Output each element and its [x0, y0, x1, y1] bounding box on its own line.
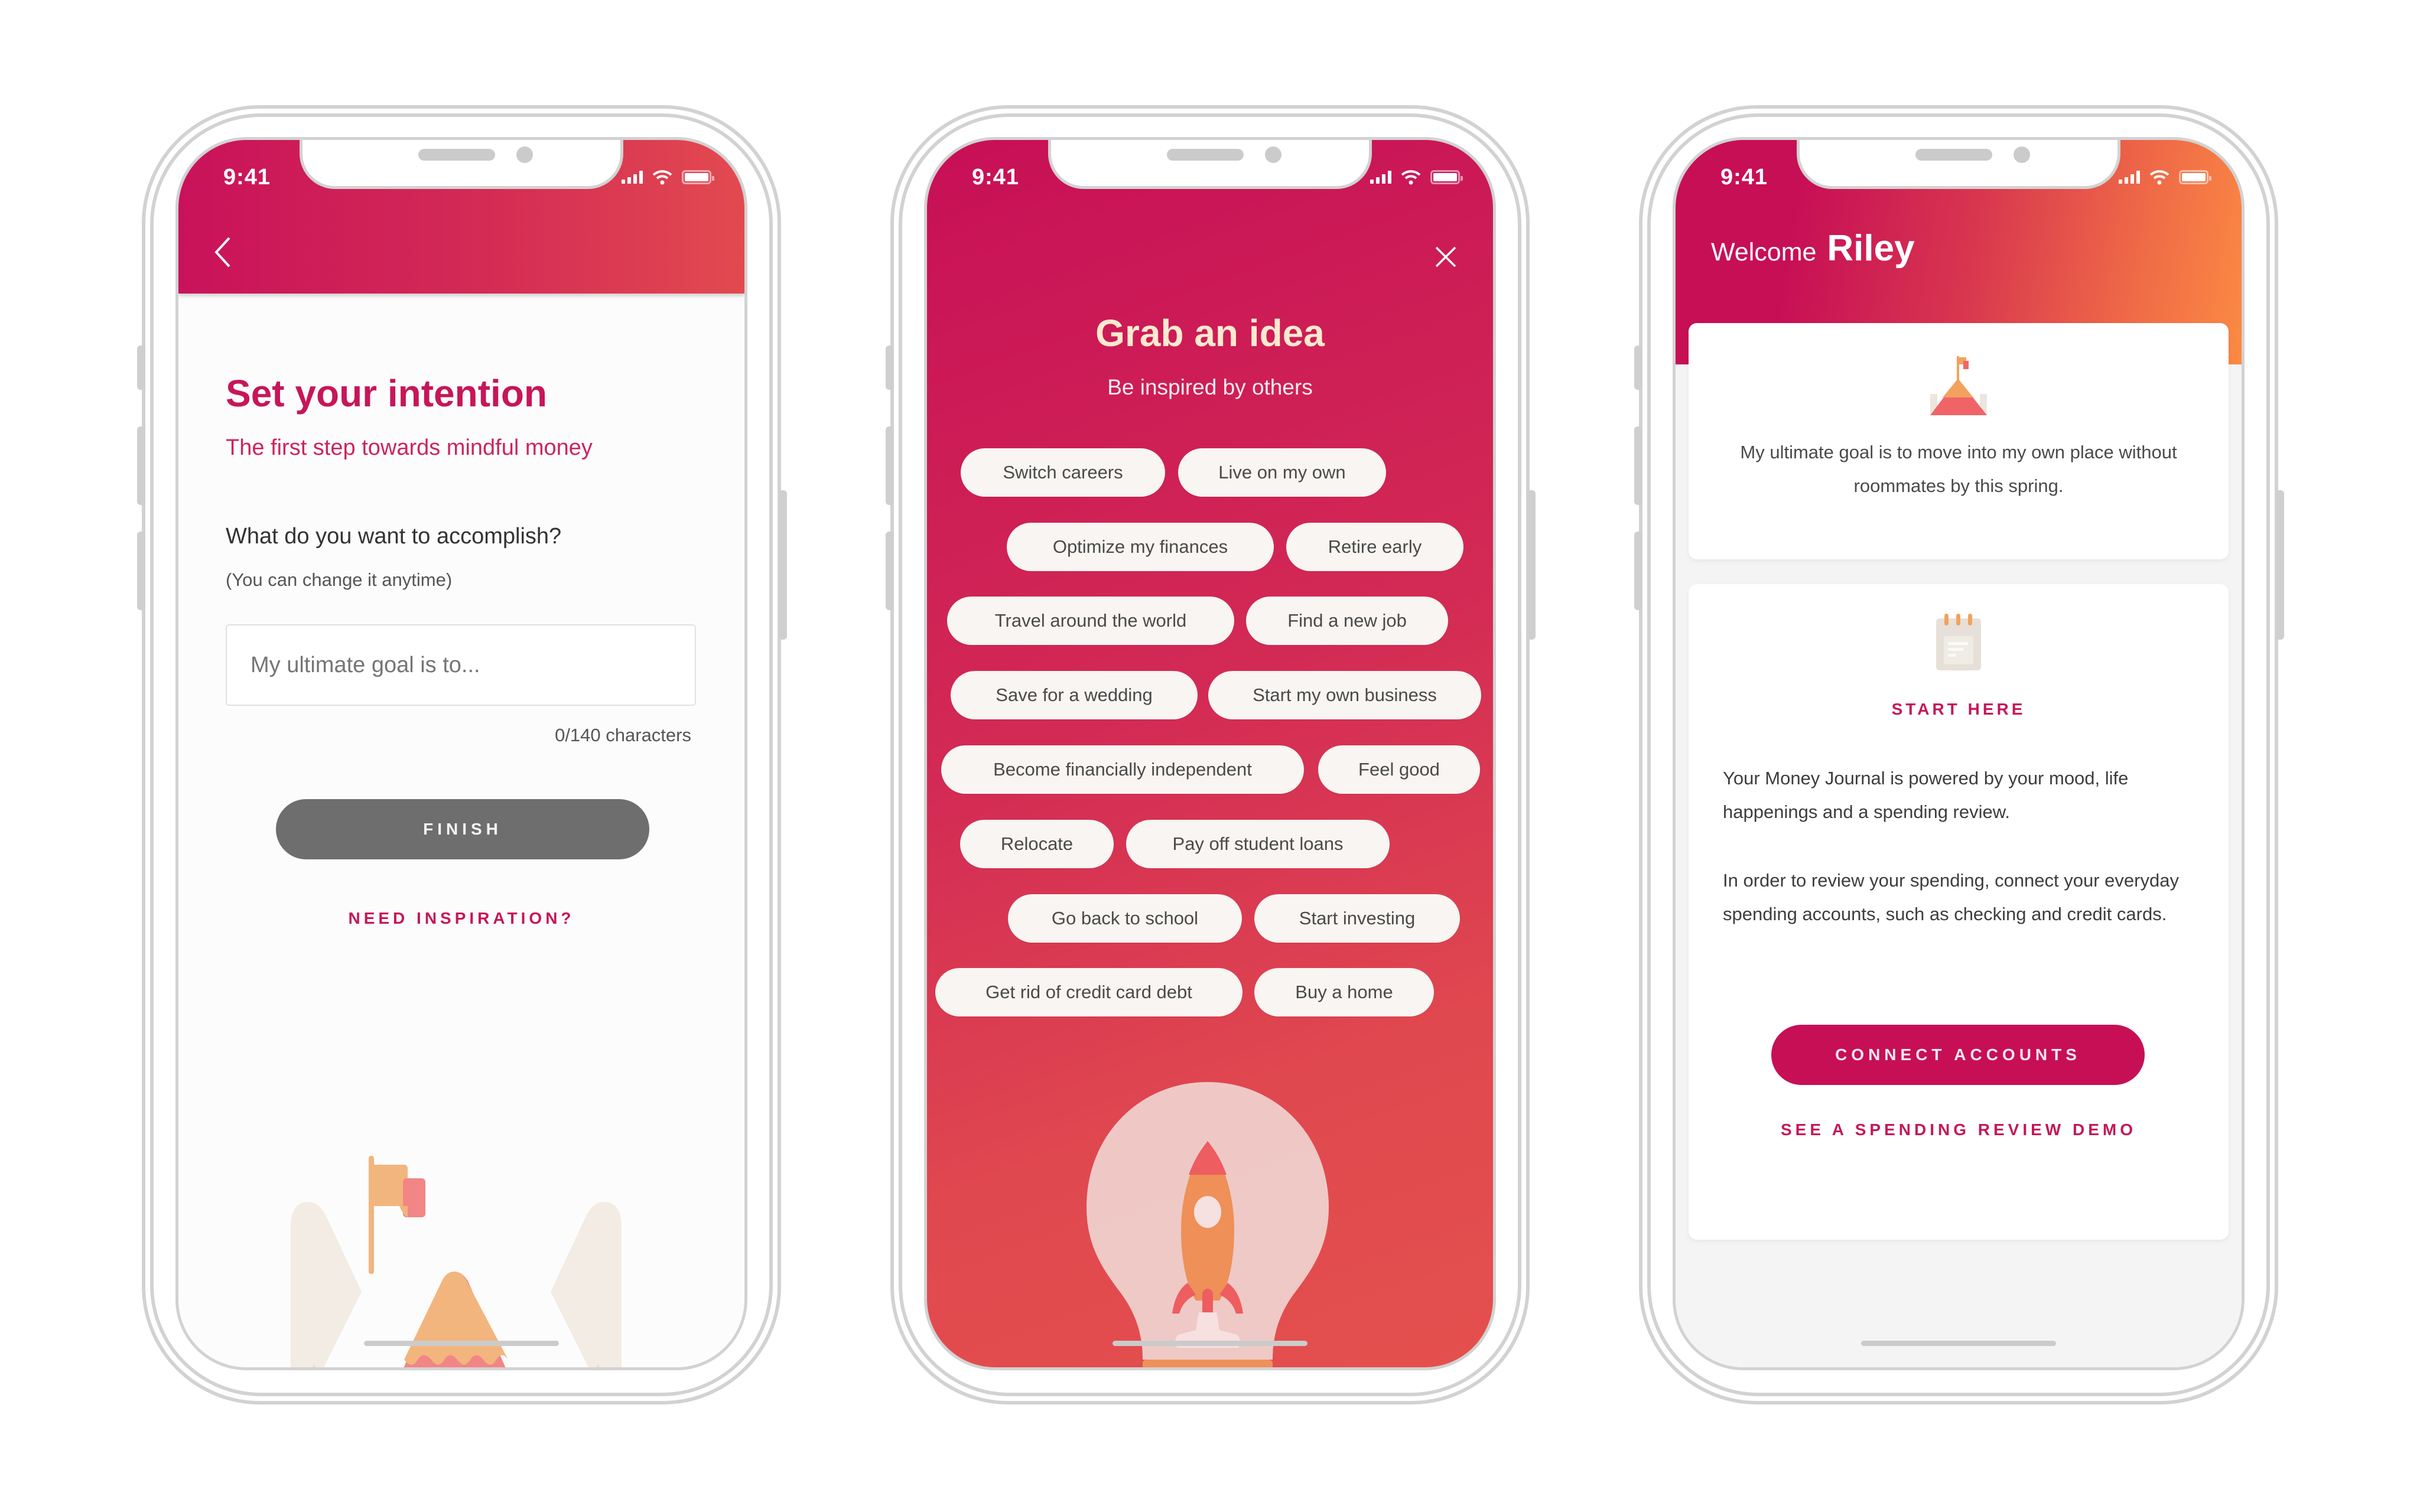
volume-down-button — [137, 532, 145, 610]
status-time: 9:41 — [223, 165, 271, 190]
goal-card[interactable]: My ultimate goal is to move into my own … — [1689, 323, 2229, 559]
spending-review-demo-link[interactable]: SEE A SPENDING REVIEW DEMO — [1689, 1120, 2229, 1139]
character-counter: 0/140 characters — [555, 725, 691, 745]
idea-chip[interactable]: Live on my own — [1178, 448, 1386, 497]
power-button — [1527, 490, 1536, 640]
idea-chip[interactable]: Optimize my finances — [1007, 523, 1274, 571]
idea-chip[interactable]: Find a new job — [1246, 597, 1448, 645]
volume-up-button — [886, 426, 894, 505]
screen-set-intention: 9:41 Set your intention The first step t… — [175, 137, 747, 1370]
signal-icon — [1370, 171, 1391, 184]
volume-down-button — [1634, 532, 1642, 610]
power-button — [779, 490, 787, 640]
phone-grab-idea: 9:41 Grab an idea Be inspired by others … — [886, 105, 1536, 1405]
idea-chip[interactable]: Relocate — [960, 820, 1114, 868]
start-here-label: START HERE — [1891, 700, 2026, 718]
welcome-heading: Welcome Riley — [1711, 227, 1915, 269]
close-button[interactable] — [1434, 245, 1458, 269]
idea-chip[interactable]: Feel good — [1318, 745, 1480, 794]
mountain-flag-illustration — [291, 1156, 622, 1367]
home-indicator — [1861, 1341, 2056, 1346]
idea-chip[interactable]: Buy a home — [1254, 968, 1434, 1016]
status-icons — [1370, 170, 1463, 185]
goal-question-label: What do you want to accomplish? — [226, 524, 562, 549]
battery-icon — [1430, 170, 1463, 184]
home-indicator — [364, 1341, 559, 1346]
idea-chip[interactable]: Pay off student loans — [1126, 820, 1390, 868]
notch — [1797, 140, 2120, 189]
idea-chip[interactable]: Get rid of credit card debt — [935, 968, 1242, 1016]
wifi-icon — [2149, 170, 2169, 185]
battery-icon — [682, 170, 714, 184]
idea-chip[interactable]: Switch careers — [961, 448, 1165, 497]
connect-accounts-button[interactable]: CONNECT ACCOUNTS — [1771, 1025, 2145, 1085]
back-button[interactable] — [212, 234, 235, 270]
idea-chip[interactable]: Go back to school — [1008, 894, 1242, 943]
lightbulb-rocket-illustration — [1087, 1082, 1329, 1367]
money-journal-card: START HERE Your Money Journal is powered… — [1689, 584, 2229, 1240]
finish-button[interactable]: FINISH — [276, 799, 649, 859]
chevron-left-icon — [214, 237, 230, 268]
connect-description: In order to review your spending, connec… — [1723, 870, 2179, 924]
welcome-label: Welcome — [1711, 238, 1817, 266]
idea-chip[interactable]: Retire early — [1286, 523, 1463, 571]
close-icon — [1435, 246, 1456, 268]
mountain-flag-icon — [1930, 356, 1987, 415]
phone-home: 9:41 Welcome Riley My ultimate goal is t… — [1634, 105, 2284, 1405]
wifi-icon — [1401, 170, 1421, 185]
status-time: 9:41 — [1720, 165, 1768, 190]
mute-switch — [1634, 346, 1642, 390]
status-icons — [2119, 170, 2211, 185]
user-name: Riley — [1827, 228, 1915, 269]
signal-icon — [622, 171, 643, 184]
status-time: 9:41 — [972, 165, 1020, 190]
idea-chip[interactable]: Start investing — [1254, 894, 1460, 943]
wifi-icon — [652, 170, 672, 185]
idea-chip[interactable]: Become financially independent — [941, 745, 1304, 794]
page-subtitle: The first step towards mindful money — [226, 435, 593, 460]
status-icons — [622, 170, 714, 185]
need-inspiration-link[interactable]: NEED INSPIRATION? — [178, 909, 744, 928]
idea-chip[interactable]: Start my own business — [1208, 671, 1481, 719]
ideas-title: Grab an idea — [1095, 312, 1325, 354]
phone-set-intention: 9:41 Set your intention The first step t… — [137, 105, 787, 1405]
ideas-subtitle: Be inspired by others — [1107, 375, 1313, 399]
notch — [1048, 140, 1372, 189]
idea-chip[interactable]: Save for a wedding — [951, 671, 1198, 719]
goal-hint: (You can change it anytime) — [226, 569, 453, 590]
volume-down-button — [886, 532, 894, 610]
battery-icon — [2179, 170, 2211, 184]
power-button — [2276, 490, 2284, 640]
mute-switch — [137, 346, 145, 390]
goal-input[interactable] — [226, 624, 696, 706]
home-indicator — [1113, 1341, 1307, 1346]
screen-home: 9:41 Welcome Riley My ultimate goal is t… — [1673, 137, 2245, 1370]
journal-description: Your Money Journal is powered by your mo… — [1723, 768, 2129, 822]
page-title: Set your intention — [226, 372, 547, 415]
signal-icon — [2119, 171, 2140, 184]
idea-chip[interactable]: Travel around the world — [947, 597, 1234, 645]
volume-up-button — [1634, 426, 1642, 505]
notepad-icon — [1936, 614, 1981, 670]
mute-switch — [886, 346, 894, 390]
volume-up-button — [137, 426, 145, 505]
notch — [300, 140, 623, 189]
screen-grab-idea: 9:41 Grab an idea Be inspired by others … — [924, 137, 1496, 1370]
goal-text: My ultimate goal is to move into my own … — [1740, 442, 2177, 496]
